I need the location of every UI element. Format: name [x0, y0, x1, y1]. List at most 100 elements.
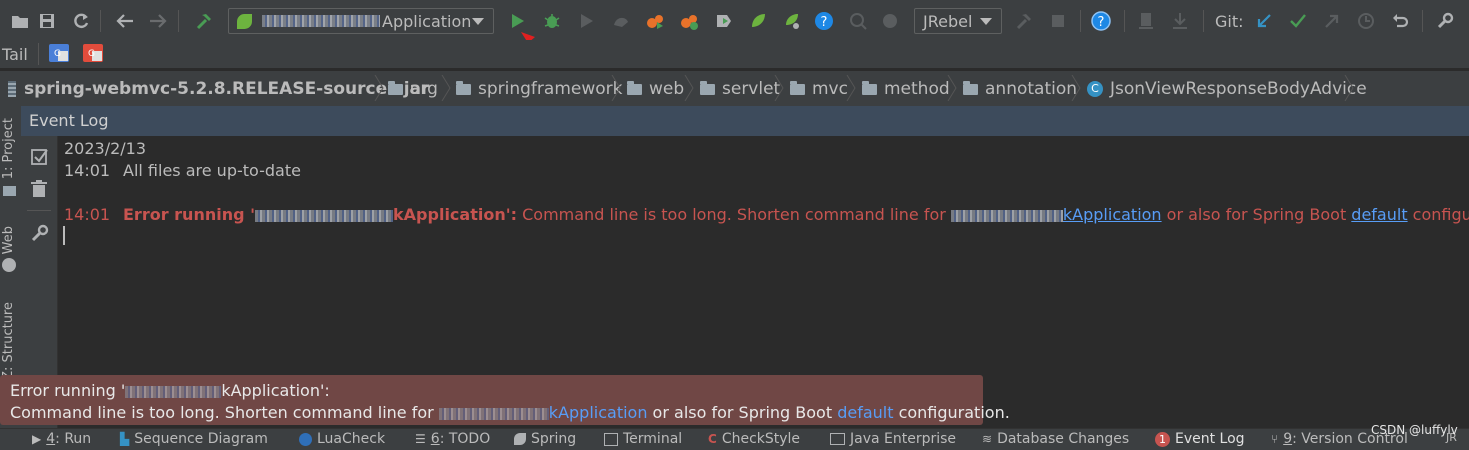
attach-debugger-icon[interactable] — [846, 9, 870, 33]
run-with-coverage-icon[interactable] — [575, 9, 599, 33]
stop-icon[interactable] — [1046, 9, 1070, 33]
help-icon[interactable]: ? — [812, 9, 836, 33]
tab-luacheck[interactable]: LuaCheck — [299, 431, 385, 447]
bookmark-icon[interactable] — [1134, 9, 1158, 33]
breadcrumb-separator — [374, 75, 384, 101]
error-app-suffix: kApplication — [393, 205, 506, 224]
breadcrumb-servlet[interactable]: servlet — [700, 79, 780, 99]
tab-terminal-label: Terminal — [623, 431, 683, 447]
profile-icon[interactable] — [609, 9, 633, 33]
jar-icon — [8, 81, 16, 97]
forward-arrow-icon[interactable] — [146, 9, 170, 33]
breadcrumb-separator — [1344, 75, 1354, 101]
tab-database-changes[interactable]: ≋ Database Changes — [982, 431, 1129, 447]
translate-icon[interactable]: G — [49, 44, 69, 62]
breadcrumb-method-label: method — [884, 79, 950, 99]
git-commit-check-icon[interactable] — [1286, 9, 1310, 33]
tab-checkstyle-label: CheckStyle — [721, 431, 801, 447]
default-config-link[interactable]: default — [1351, 205, 1407, 224]
balloon-shorten-link[interactable]: kApplication — [438, 403, 647, 422]
run-configuration-select[interactable]: Application — [228, 8, 494, 34]
jrebel-run-icon[interactable] — [643, 9, 667, 33]
tab-checkstyle[interactable]: C CheckStyle — [708, 431, 800, 447]
breadcrumb-springframework-label: springframework — [478, 79, 623, 99]
git-update-icon[interactable] — [1252, 9, 1276, 33]
git-label: Git: — [1215, 12, 1244, 31]
sync-icon[interactable] — [69, 9, 93, 33]
database-icon: ≋ — [982, 432, 993, 446]
tab-spring[interactable]: Spring — [514, 431, 576, 447]
structure-tool-tab[interactable]: Z: Structure — [1, 302, 16, 380]
folder-icon — [388, 80, 403, 95]
error-end: configuration. — [1412, 205, 1469, 224]
balloon-message-middle: or also for Spring Boot — [647, 403, 838, 422]
event-log-title: Event Log — [29, 111, 109, 130]
folder-icon — [700, 80, 715, 95]
breadcrumb-jar[interactable]: spring-webmvc-5.2.8.RELEASE-sources.jar — [8, 79, 429, 99]
breadcrumb-class[interactable]: C JsonViewResponseBodyAdvice — [1087, 79, 1367, 99]
error-notification-balloon[interactable]: Error running ' kApplication': Command li… — [0, 375, 1010, 425]
git-history-clock-icon[interactable] — [1354, 9, 1378, 33]
git-rollback-icon[interactable] — [1388, 9, 1412, 33]
settings-wrench-icon[interactable] — [1433, 9, 1457, 33]
mark-all-read-icon[interactable] — [31, 148, 49, 170]
bottom-tool-window-bar: ▶ 4: Run ▙ Sequence Diagram LuaCheck ☰ 6: T… — [0, 423, 1469, 450]
breadcrumb-annotation[interactable]: annotation — [963, 79, 1077, 99]
breadcrumb-mvc[interactable]: mvc — [790, 79, 848, 99]
save-icon[interactable] — [35, 9, 59, 33]
tab-run[interactable]: ▶ 4: Run — [32, 431, 91, 447]
breadcrumb-method[interactable]: method — [862, 79, 950, 99]
jrebel-label: JRebel — [923, 11, 973, 31]
tab-run-number: 4 — [46, 431, 56, 447]
folder-icon — [790, 80, 805, 95]
breadcrumb: spring-webmvc-5.2.8.RELEASE-sources.jar … — [0, 70, 1469, 107]
tab-event-log[interactable]: 1 Event Log — [1155, 431, 1245, 447]
tab-java-enterprise[interactable]: Java Enterprise — [830, 431, 956, 447]
breadcrumb-org[interactable]: org — [388, 79, 438, 99]
tab-sequence-diagram[interactable]: ▙ Sequence Diagram — [120, 431, 268, 447]
settings-wrench-icon[interactable] — [31, 224, 49, 246]
tail-label: Tail — [2, 45, 28, 64]
balloon-default-link[interactable]: default — [837, 403, 893, 422]
breadcrumb-separator — [684, 75, 694, 101]
tab-luacheck-label: LuaCheck — [317, 431, 386, 447]
tab-vc-number: 9 — [1283, 431, 1293, 447]
jrebel-help-icon[interactable]: ? — [1089, 9, 1113, 33]
open-folder-icon[interactable] — [8, 9, 32, 33]
jrebel-debug-icon[interactable] — [677, 9, 701, 33]
spring-debug-icon[interactable] — [780, 9, 804, 33]
back-arrow-icon[interactable] — [113, 9, 137, 33]
web-tool-tab[interactable]: Web — [1, 226, 16, 254]
spring-run-icon[interactable] — [746, 9, 770, 33]
breadcrumb-jar-label: spring-webmvc-5.2.8.RELEASE-sources.jar — [24, 79, 430, 99]
folder-icon — [963, 80, 978, 95]
tab-run-label: : Run — [55, 431, 92, 447]
breadcrumb-separator — [611, 75, 621, 101]
breadcrumb-separator — [441, 75, 451, 101]
analysis-icon[interactable] — [878, 9, 902, 33]
chevron-down-icon — [472, 18, 484, 25]
project-tool-tab[interactable]: 1: Project — [1, 118, 16, 179]
terminal-icon — [604, 432, 618, 446]
breadcrumb-web[interactable]: web — [627, 79, 684, 99]
git-push-icon[interactable] — [1320, 9, 1344, 33]
stop-hammer-icon[interactable] — [1012, 9, 1036, 33]
svg-text:G: G — [88, 49, 95, 59]
download-icon[interactable] — [1168, 9, 1192, 33]
globe-icon — [2, 258, 16, 272]
coverage-shield-icon[interactable] — [712, 9, 736, 33]
tab-spring-label: Spring — [531, 431, 577, 447]
error-prefix: Error running ' — [123, 205, 256, 224]
sequence-diagram-icon: ▙ — [120, 432, 130, 446]
tab-todo[interactable]: ☰ 6: TODO — [415, 431, 490, 447]
jrebel-select[interactable]: JRebel — [914, 8, 1002, 34]
shorten-config-link-label: kApplication — [1062, 205, 1162, 224]
breadcrumb-springframework[interactable]: springframework — [456, 79, 622, 99]
tab-terminal[interactable]: Terminal — [604, 431, 682, 447]
translate-replace-icon[interactable]: G — [83, 44, 103, 62]
build-hammer-icon[interactable] — [192, 9, 216, 33]
event-log-header: Event Log — [21, 106, 1469, 136]
trash-icon[interactable] — [31, 180, 47, 202]
shorten-config-link[interactable]: kApplication — [950, 205, 1162, 224]
chevron-down-icon — [980, 18, 992, 25]
